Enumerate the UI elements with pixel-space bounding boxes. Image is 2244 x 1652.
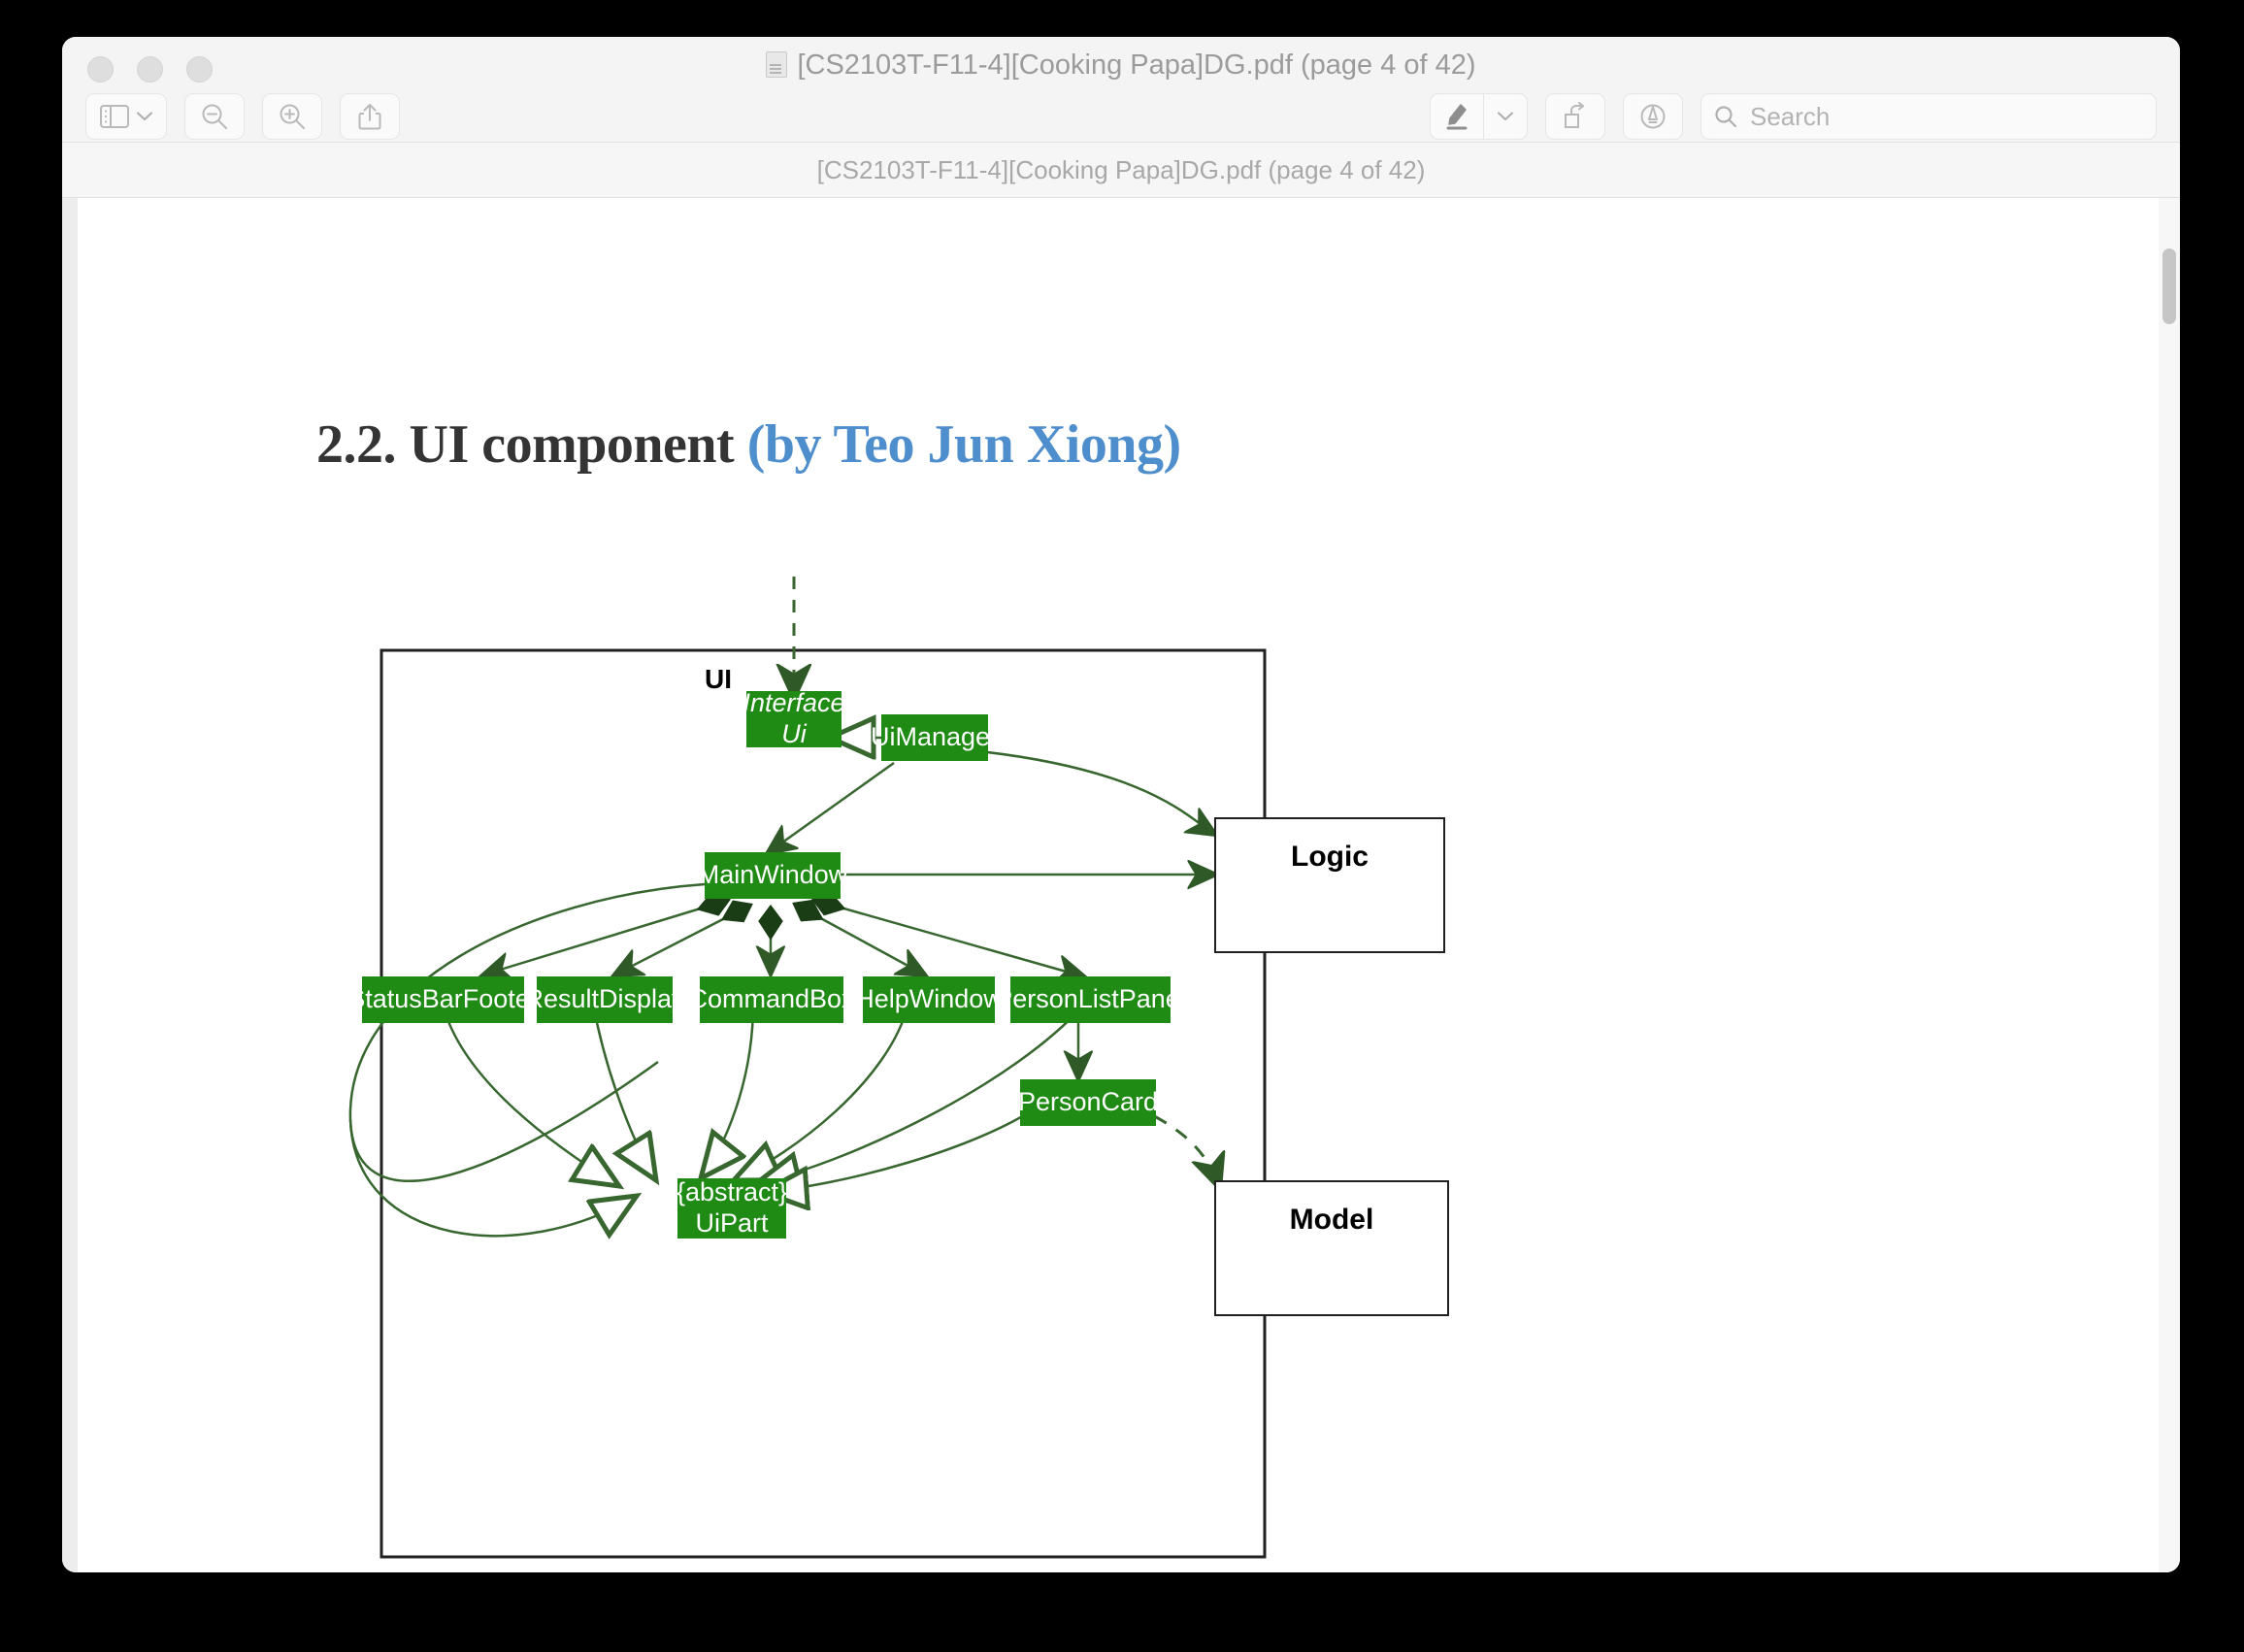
search-icon xyxy=(1713,104,1738,129)
document-icon xyxy=(766,51,788,78)
zoom-in-icon xyxy=(278,102,307,131)
class-node-ui[interactable]: «Interface» Ui xyxy=(728,688,859,748)
rotate-icon xyxy=(1561,102,1590,131)
search-field[interactable] xyxy=(1700,93,2157,140)
page-gutter xyxy=(62,198,78,1572)
window-titlebar: [CS2103T-F11-4][Cooking Papa]DG.pdf (pag… xyxy=(62,37,2180,143)
chevron-down-icon xyxy=(1498,112,1513,121)
class-node-statusbarfooter[interactable]: StatusBarFooter xyxy=(347,976,539,1023)
class-node-uimanager[interactable]: UiManager xyxy=(871,714,999,761)
document-path-bar: [CS2103T-F11-4][Cooking Papa]DG.pdf (pag… xyxy=(62,143,2180,198)
document-path-text: [CS2103T-F11-4][Cooking Papa]DG.pdf (pag… xyxy=(816,154,1426,184)
heading-title: UI component xyxy=(409,414,747,475)
zoom-out-button[interactable] xyxy=(184,93,245,140)
pdf-viewer-window: [CS2103T-F11-4][Cooking Papa]DG.pdf (pag… xyxy=(62,37,2180,1572)
highlight-options-button[interactable] xyxy=(1484,94,1527,139)
highlighter-pen-icon xyxy=(1444,102,1469,131)
document-area[interactable]: 2.2. UI component (by Teo Jun Xiong) UI … xyxy=(62,198,2180,1572)
highlight-button[interactable] xyxy=(1431,94,1484,139)
class-node-uipart[interactable]: {abstract} UiPart xyxy=(676,1177,787,1239)
zoom-in-button[interactable] xyxy=(262,93,322,140)
heading-author: (by Teo Jun Xiong) xyxy=(746,414,1181,475)
sidebar-icon xyxy=(100,105,129,128)
pdf-page: 2.2. UI component (by Teo Jun Xiong) UI … xyxy=(78,198,2180,1572)
share-icon xyxy=(357,102,382,131)
highlight-button-group xyxy=(1430,93,1528,140)
external-component-logic[interactable]: Logic xyxy=(1214,817,1445,953)
page-title: 2.2. UI component (by Teo Jun Xiong) xyxy=(316,413,1181,476)
sidebar-toggle-button[interactable] xyxy=(85,93,167,140)
toolbar-right xyxy=(1430,93,2157,140)
class-node-personcard[interactable]: PersonCard xyxy=(1018,1079,1158,1126)
heading-number: 2.2. xyxy=(316,414,410,475)
share-button[interactable] xyxy=(340,93,400,140)
screen: [CS2103T-F11-4][Cooking Papa]DG.pdf (pag… xyxy=(0,0,2244,1652)
chevron-down-icon xyxy=(137,112,152,121)
markup-button[interactable] xyxy=(1623,93,1683,140)
zoom-out-icon xyxy=(200,102,229,131)
class-node-personlistpanel[interactable]: PersonListPanel xyxy=(995,976,1186,1023)
scrollbar-thumb[interactable] xyxy=(2162,248,2176,324)
search-input[interactable] xyxy=(1748,100,2144,133)
external-component-model[interactable]: Model xyxy=(1214,1180,1449,1316)
class-node-commandbox[interactable]: CommandBox xyxy=(688,976,855,1023)
rotate-button[interactable] xyxy=(1545,93,1605,140)
vertical-scrollbar[interactable] xyxy=(2159,198,2180,1572)
diagram-edges xyxy=(348,577,1267,1559)
toolbar-left xyxy=(85,93,400,140)
class-node-mainwindow[interactable]: MainWindow xyxy=(698,852,847,899)
markup-pen-circle-icon xyxy=(1638,102,1667,131)
class-node-helpwindow[interactable]: HelpWindow xyxy=(855,976,1003,1023)
class-node-resultdisplay[interactable]: ResultDisplay xyxy=(524,976,685,1023)
window-title: [CS2103T-F11-4][Cooking Papa]DG.pdf (pag… xyxy=(62,50,2180,82)
window-title-text: [CS2103T-F11-4][Cooking Papa]DG.pdf (pag… xyxy=(797,50,1476,81)
uml-class-diagram: UI «Interface» Ui UiManager MainWindow S… xyxy=(316,577,2093,1567)
